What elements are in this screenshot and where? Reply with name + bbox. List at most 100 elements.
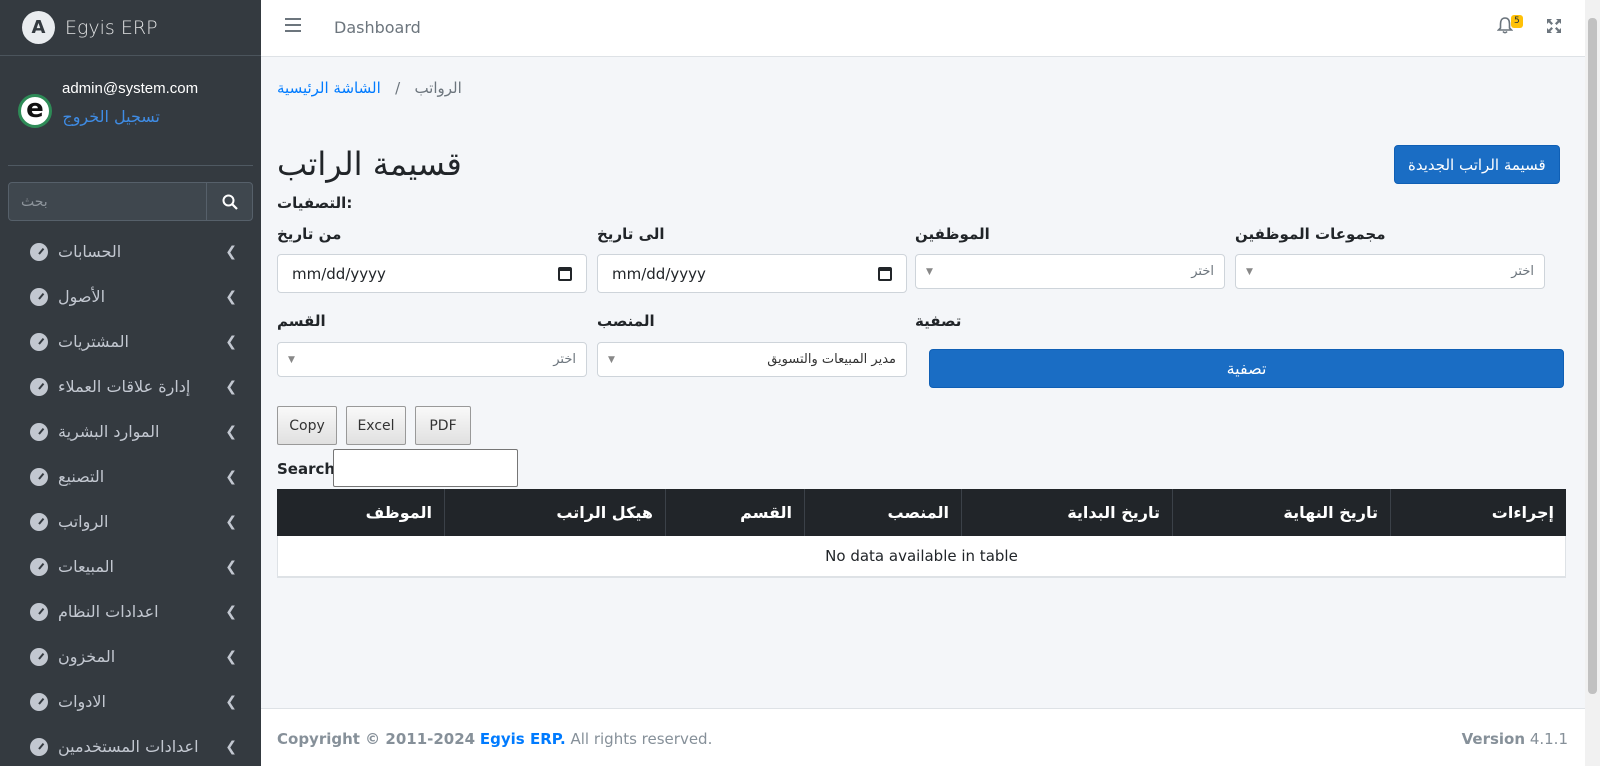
employees-select[interactable]: اختر ▼ xyxy=(915,254,1225,289)
chevron-left-icon: ❮ xyxy=(225,243,237,260)
sidebar-item-label: الحسابات xyxy=(58,242,122,261)
filters-title: التصفيات: xyxy=(277,194,353,212)
dashboard-icon xyxy=(30,602,48,621)
pdf-button[interactable]: PDF xyxy=(415,406,471,445)
column-header-start-date[interactable]: تاريخ البداية xyxy=(962,489,1173,536)
logout-link[interactable]: تسجيل الخروج xyxy=(62,107,160,126)
table-search-input[interactable] xyxy=(333,449,518,487)
sidebar-search-button[interactable] xyxy=(206,183,252,220)
company-link[interactable]: Egyis ERP. xyxy=(480,730,566,748)
sidebar-nav: الحسابات ❮ الأصول ❮ المشتريات ❮ إدارة علاقا… xyxy=(0,229,261,766)
chevron-left-icon: ❮ xyxy=(225,648,237,665)
from-date-input[interactable]: mm/dd/yyyy xyxy=(277,254,587,293)
brand-link[interactable]: A Egyis ERP xyxy=(0,0,261,56)
brand-logo-icon: A xyxy=(22,11,55,44)
caret-down-icon: ▼ xyxy=(1246,266,1253,277)
to-date-input[interactable]: mm/dd/yyyy xyxy=(597,254,907,293)
dashboard-icon xyxy=(30,737,48,756)
column-header-department[interactable]: القسم xyxy=(666,489,805,536)
fullscreen-icon[interactable] xyxy=(1546,18,1562,34)
department-label: القسم xyxy=(277,312,326,330)
caret-down-icon: ▼ xyxy=(288,354,295,365)
from-date-label: من تاريخ xyxy=(277,225,342,243)
column-header-position[interactable]: المنصب xyxy=(805,489,962,536)
dashboard-icon xyxy=(30,377,48,396)
chevron-left-icon: ❮ xyxy=(225,738,237,755)
sidebar-item-assets[interactable]: الأصول ❮ xyxy=(0,274,261,319)
breadcrumb-current: الرواتب xyxy=(414,79,462,97)
sidebar-item-label: التصنيع xyxy=(58,467,105,486)
sidebar-item-system-settings[interactable]: اعدادات النظام ❮ xyxy=(0,589,261,634)
chevron-left-icon: ❮ xyxy=(225,513,237,530)
sidebar: A Egyis ERP e admin@system.com تسجيل الخ… xyxy=(0,0,261,766)
breadcrumb: الرواتب / الشاشة الرئيسية xyxy=(277,79,462,97)
empty-message: No data available in table xyxy=(825,547,1018,565)
caret-down-icon: ▼ xyxy=(608,354,615,365)
caret-down-icon: ▼ xyxy=(926,266,933,277)
sidebar-item-sales[interactable]: المبيعات ❮ xyxy=(0,544,261,589)
sidebar-item-label: الرواتب xyxy=(58,512,109,531)
user-email[interactable]: admin@system.com xyxy=(62,80,198,97)
position-select[interactable]: مدير المبيعات والتسويق ▼ xyxy=(597,342,907,377)
avatar: e xyxy=(18,93,52,128)
chevron-left-icon: ❮ xyxy=(225,288,237,305)
sidebar-item-label: الادوات xyxy=(58,692,106,711)
payslip-table: الموظف هيكل الراتب القسم المنصب تاريخ ال… xyxy=(277,489,1566,578)
dashboard-icon xyxy=(30,512,48,531)
page-title: قسيمة الراتب xyxy=(277,145,462,183)
top-navbar: Dashboard 5 xyxy=(261,0,1585,57)
sidebar-item-label: الأصول xyxy=(58,287,106,306)
user-panel: e admin@system.com تسجيل الخروج xyxy=(8,56,253,166)
search-icon xyxy=(222,194,238,210)
sidebar-item-label: المبيعات xyxy=(58,557,114,576)
notification-badge: 5 xyxy=(1511,15,1523,28)
chevron-left-icon: ❮ xyxy=(225,468,237,485)
column-header-end-date[interactable]: تاريخ النهاية xyxy=(1173,489,1391,536)
sidebar-item-manufacturing[interactable]: التصنيع ❮ xyxy=(0,454,261,499)
copy-button[interactable]: Copy xyxy=(277,406,337,445)
column-header-employee[interactable]: الموظف xyxy=(277,489,445,536)
chevron-left-icon: ❮ xyxy=(225,558,237,575)
sidebar-item-payroll[interactable]: الرواتب ❮ xyxy=(0,499,261,544)
page-scrollbar[interactable] xyxy=(1585,0,1600,766)
sidebar-item-label: إدارة علاقات العملاء xyxy=(58,377,191,396)
sidebar-item-hr[interactable]: الموارد البشرية ❮ xyxy=(0,409,261,454)
sidebar-item-label: اعدادات النظام xyxy=(58,602,159,621)
column-header-actions[interactable]: إجراءات xyxy=(1391,489,1566,536)
calendar-icon[interactable] xyxy=(558,266,572,281)
navbar-dashboard-link[interactable]: Dashboard xyxy=(334,18,421,37)
sidebar-search: بحث xyxy=(8,182,253,221)
sidebar-search-input[interactable]: بحث xyxy=(9,183,206,220)
column-header-salary-structure[interactable]: هيكل الراتب xyxy=(445,489,666,536)
dashboard-icon xyxy=(30,422,48,441)
copyright: Copyright © 2011-2024 Egyis ERP. All rig… xyxy=(277,730,713,748)
chevron-left-icon: ❮ xyxy=(225,423,237,440)
sidebar-item-inventory[interactable]: المخزون ❮ xyxy=(0,634,261,679)
breadcrumb-home-link[interactable]: الشاشة الرئيسية xyxy=(277,79,381,97)
filter-button[interactable]: تصفية xyxy=(929,349,1564,388)
dashboard-icon xyxy=(30,242,48,261)
excel-button[interactable]: Excel xyxy=(346,406,406,445)
calendar-icon[interactable] xyxy=(878,266,892,281)
dashboard-icon xyxy=(30,557,48,576)
table-search-label: Search: xyxy=(277,460,342,478)
dashboard-icon xyxy=(30,647,48,666)
to-date-label: الى تاريخ xyxy=(597,225,665,243)
dashboard-icon xyxy=(30,692,48,711)
sidebar-item-purchases[interactable]: المشتريات ❮ xyxy=(0,319,261,364)
chevron-left-icon: ❮ xyxy=(225,603,237,620)
employee-groups-select[interactable]: اختر ▼ xyxy=(1235,254,1545,289)
main-content: الرواتب / الشاشة الرئيسية قسيمة الراتب ق… xyxy=(261,57,1585,707)
sidebar-item-tools[interactable]: الادوات ❮ xyxy=(0,679,261,724)
version-info: Version 4.1.1 xyxy=(1461,730,1568,748)
department-select[interactable]: اختر ▼ xyxy=(277,342,587,377)
chevron-left-icon: ❮ xyxy=(225,333,237,350)
chevron-left-icon: ❮ xyxy=(225,693,237,710)
table-header: الموظف هيكل الراتب القسم المنصب تاريخ ال… xyxy=(277,489,1566,536)
sidebar-item-label: اعدادات المستخدمين xyxy=(58,737,199,756)
sidebar-item-user-settings[interactable]: اعدادات المستخدمين ❮ xyxy=(0,724,261,766)
sidebar-item-accounts[interactable]: الحسابات ❮ xyxy=(0,229,261,274)
menu-toggle-icon[interactable] xyxy=(285,18,301,32)
new-payslip-button[interactable]: قسيمة الراتب الجديدة xyxy=(1394,145,1560,184)
sidebar-item-crm[interactable]: إدارة علاقات العملاء ❮ xyxy=(0,364,261,409)
